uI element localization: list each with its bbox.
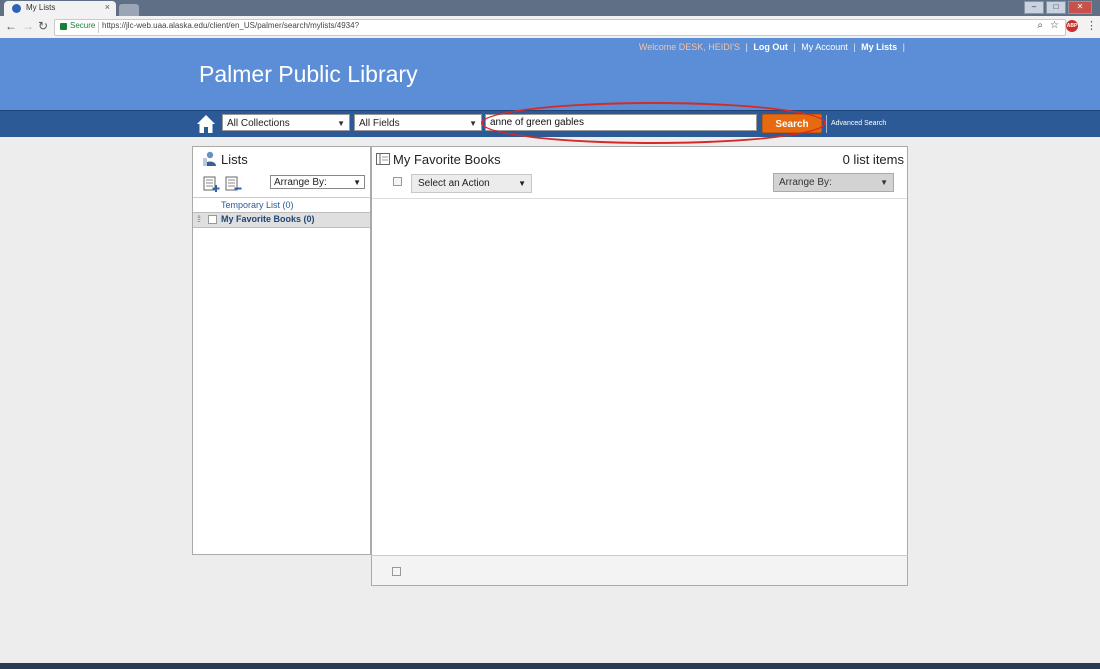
new-tab-button[interactable] [119, 4, 139, 16]
list-header-divider [372, 198, 907, 199]
action-select-label: Select an Action [418, 178, 490, 189]
user-links: Welcome DESK, HEIDI'S | Log Out | My Acc… [638, 42, 905, 52]
tab-close-icon[interactable]: × [105, 2, 110, 12]
welcome-text: Welcome DESK, HEIDI'S [638, 42, 740, 52]
bookmark-star-icon[interactable]: ☆ [1050, 20, 1059, 31]
select-all-checkbox[interactable] [393, 177, 402, 186]
chevron-down-icon: ▼ [337, 119, 345, 128]
red-highlight-annotation [481, 102, 826, 144]
advanced-search-link[interactable]: Advanced Search [831, 120, 886, 127]
adblock-icon[interactable]: ABP [1066, 20, 1078, 32]
list-item-my-favorite-books[interactable]: ⁞⁞ My Favorite Books (0) [193, 212, 370, 228]
book-list-icon [376, 153, 390, 165]
list-item-temporary[interactable]: Temporary List (0) [221, 200, 294, 210]
library-title[interactable]: Palmer Public Library [199, 61, 418, 88]
lists-arrange-label: Arrange By: [274, 177, 327, 188]
forward-icon[interactable]: → [22, 19, 34, 33]
browser-toolbar: ← → ↻ Secure https://jlc-web.uaa.alaska.… [0, 16, 1100, 39]
url-text[interactable]: https://jlc-web.uaa.alaska.edu/client/en… [102, 21, 359, 30]
home-icon[interactable] [196, 114, 216, 134]
tab-title: My Lists [26, 3, 56, 12]
remove-list-icon[interactable] [225, 176, 243, 192]
lists-arrange-select[interactable]: Arrange By: ▼ [270, 175, 365, 189]
lock-icon [60, 23, 67, 30]
list-content-panel: My Favorite Books 0 list items Select an… [371, 146, 908, 556]
window-close-icon[interactable]: ✕ [1068, 1, 1092, 14]
list-item-label: My Favorite Books (0) [221, 214, 315, 224]
lists-panel: Lists Arrange By: ▼ Temporary List (0) ⁞… [192, 146, 371, 555]
magnifier-icon[interactable]: ⌕ [1037, 20, 1043, 31]
chevron-down-icon: ▼ [880, 178, 888, 187]
list-item-count: 0 list items [842, 152, 904, 167]
lists-title: Lists [221, 152, 248, 167]
list-arrange-label: Arrange By: [779, 177, 832, 188]
os-taskbar [0, 663, 1100, 669]
lists-divider [193, 197, 370, 198]
maximize-icon[interactable]: □ [1046, 1, 1066, 14]
back-icon[interactable]: ← [5, 19, 17, 33]
globe-icon [12, 4, 21, 13]
search-divider [826, 115, 827, 133]
my-lists-link[interactable]: My Lists [861, 42, 897, 52]
action-select[interactable]: Select an Action ▼ [411, 174, 532, 193]
address-bar[interactable]: Secure https://jlc-web.uaa.alaska.edu/cl… [54, 19, 1066, 36]
browser-tab[interactable]: My Lists × [4, 1, 116, 16]
list-title: My Favorite Books [393, 152, 501, 167]
minimize-icon[interactable]: – [1024, 1, 1044, 14]
browser-tab-bar: My Lists × – □ ✕ [0, 0, 1100, 16]
field-select-value: All Fields [359, 118, 400, 129]
logout-link[interactable]: Log Out [753, 42, 788, 52]
library-header: Welcome DESK, HEIDI'S | Log Out | My Acc… [0, 38, 1100, 110]
add-list-icon[interactable] [203, 176, 221, 192]
list-arrange-select[interactable]: Arrange By: ▼ [773, 173, 894, 192]
user-list-icon [203, 151, 216, 166]
list-item-checkbox[interactable] [208, 215, 217, 224]
field-select[interactable]: All Fields ▼ [354, 114, 482, 131]
collection-select-value: All Collections [227, 118, 290, 129]
list-footer [371, 555, 908, 586]
drag-handle-icon[interactable]: ⁞⁞ [197, 214, 201, 224]
reload-icon[interactable]: ↻ [38, 19, 48, 33]
chevron-down-icon: ▼ [518, 179, 526, 188]
address-divider [98, 22, 99, 33]
collection-select[interactable]: All Collections ▼ [222, 114, 350, 131]
secure-label: Secure [70, 21, 96, 30]
browser-menu-icon[interactable]: ⋮ [1086, 19, 1097, 32]
chevron-down-icon: ▼ [353, 178, 361, 187]
my-account-link[interactable]: My Account [801, 42, 848, 52]
chevron-down-icon: ▼ [469, 119, 477, 128]
footer-select-all-checkbox[interactable] [392, 567, 401, 576]
